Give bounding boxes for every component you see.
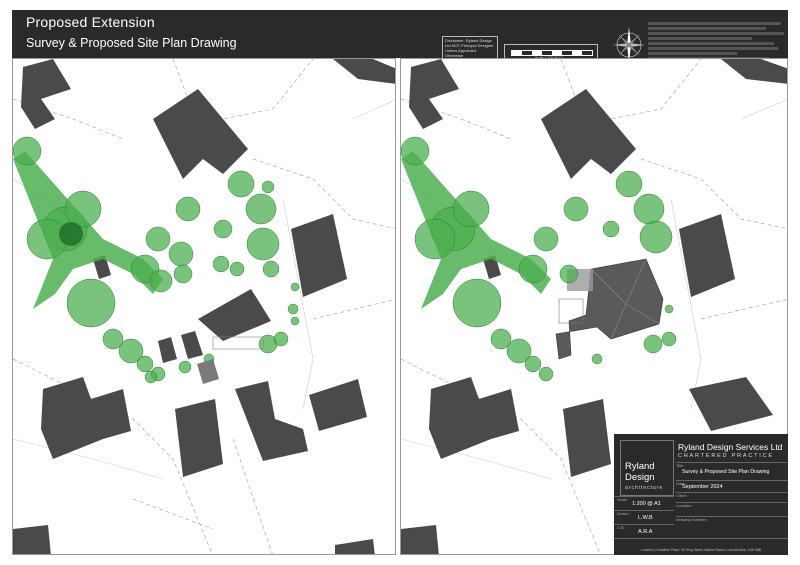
location-field-label: Location : <box>676 503 694 508</box>
drawing-subtitle: Survey & Proposed Site Plan Drawing <box>26 36 237 50</box>
title-field-value: Survey & Proposed Site Plan Drawing <box>682 469 770 475</box>
company-name: Ryland Design Services Ltd <box>678 442 783 452</box>
logo-word-3: architecture <box>625 485 664 491</box>
drawing-title: Proposed Extension <box>26 14 155 30</box>
title-field-label: Title : <box>676 463 686 468</box>
title-block: Ryland Design architecture Ryland Design… <box>614 434 788 555</box>
client-field-label: Client : <box>676 493 689 498</box>
drawn-field-label: Drawn : <box>617 511 631 516</box>
survey-site-plan <box>12 58 396 555</box>
date-field-value: September 2024 <box>682 484 723 490</box>
drawing-number-field: Drawing Number : <box>676 516 788 538</box>
title-field: Title : Survey & Proposed Site Plan Draw… <box>676 462 788 480</box>
scale-field-label: Scale : <box>617 497 630 502</box>
title-header: Proposed Extension Survey & Proposed Sit… <box>12 10 788 63</box>
checked-field-label: C.B. : <box>617 525 628 530</box>
checked-field-value: A.R.A <box>638 529 653 535</box>
practice-label: CHARTERED PRACTICE <box>678 453 774 459</box>
client-field: Client : <box>676 492 788 502</box>
scale-field: Scale : 1:200 @ A1 <box>614 496 674 510</box>
drawn-field: Drawn : L.W.B <box>614 510 674 524</box>
logo-word-1: Ryland <box>625 461 655 472</box>
survey-plan-drawing <box>13 59 395 554</box>
checked-field: C.B. : A.R.A <box>614 524 674 538</box>
scale-field-value: 1:200 @ A1 <box>632 501 661 507</box>
date-field: Date : September 2024 <box>676 480 788 492</box>
drawing-number-label: Drawing Number : <box>676 517 709 522</box>
contact-row <box>614 538 788 547</box>
company-logo: Ryland Design architecture <box>620 440 674 496</box>
drawn-field-value: L.W.B <box>638 515 653 521</box>
address-line: Location | Hamilton Place, 30 King Stree… <box>640 548 762 552</box>
drawing-sheet: Proposed Extension Survey & Proposed Sit… <box>0 0 800 565</box>
logo-word-2: Design <box>625 472 655 483</box>
location-field: Location : <box>676 502 788 516</box>
